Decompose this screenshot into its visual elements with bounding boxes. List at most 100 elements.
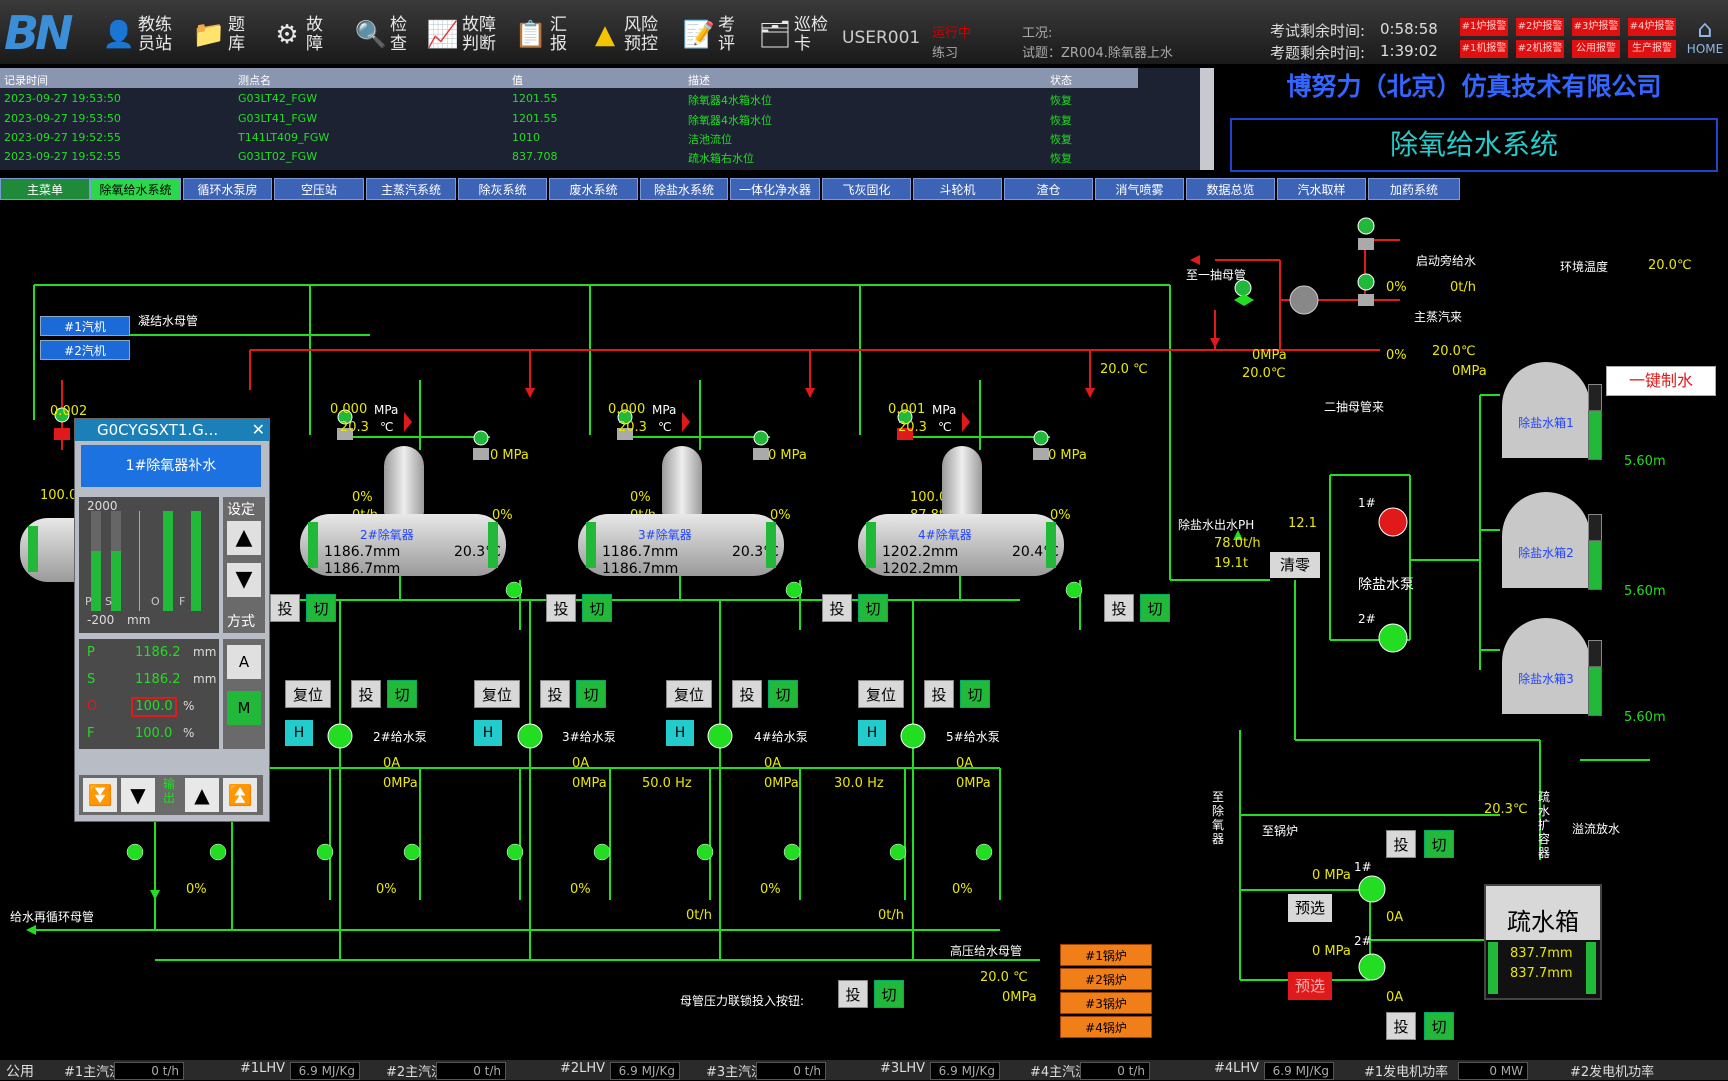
- mode-a-button[interactable]: A: [227, 645, 261, 679]
- linkage-qie-button[interactable]: 切: [874, 980, 904, 1008]
- boiler4-button[interactable]: #4锅炉: [1060, 1016, 1152, 1038]
- linkage-tou-button[interactable]: 投: [838, 980, 868, 1008]
- fault-button[interactable]: ⚙ 故 障: [272, 12, 323, 58]
- drain-qie-button-1[interactable]: 切: [1424, 830, 1454, 858]
- alarm-machine2[interactable]: #2机报警: [1516, 40, 1564, 58]
- tou-button[interactable]: 投: [270, 594, 300, 622]
- qie-button[interactable]: 切: [306, 594, 336, 622]
- qie-button[interactable]: 切: [768, 680, 798, 708]
- tab-3[interactable]: 空压站: [274, 178, 364, 200]
- demin-tank-3[interactable]: 除盐水箱3: [1502, 618, 1590, 714]
- demin-tank-2[interactable]: 除盐水箱2: [1502, 492, 1590, 588]
- tou-button[interactable]: 投: [1104, 594, 1134, 622]
- evaluation-button[interactable]: 📝 考 评: [683, 12, 735, 58]
- tab-5[interactable]: 除灰系统: [458, 178, 547, 200]
- close-icon[interactable]: ✕: [252, 420, 265, 439]
- tou-button[interactable]: 投: [540, 680, 570, 708]
- alarm-machine1[interactable]: #1机报警: [1460, 40, 1508, 58]
- reset-button[interactable]: 复位: [666, 680, 712, 708]
- tou-button[interactable]: 投: [924, 680, 954, 708]
- h-button[interactable]: H: [858, 720, 886, 746]
- deaerator-3[interactable]: 3#除氧器 1186.7mm 1186.7mm 20.3℃: [578, 514, 784, 577]
- preselect-button-1[interactable]: 预选: [1288, 894, 1332, 922]
- tab-8[interactable]: 一体化净水器: [730, 178, 820, 200]
- tab-0[interactable]: 主菜单: [0, 178, 90, 200]
- fault-judge-button[interactable]: 📈 故障 判断: [427, 12, 496, 58]
- make-water-button[interactable]: 一键制水: [1606, 366, 1716, 396]
- alarm-boiler1[interactable]: #1炉报警: [1460, 18, 1508, 36]
- demin-pump2[interactable]: [1380, 624, 1408, 652]
- feed-pump[interactable]: [709, 722, 735, 748]
- drain-qie-button-2[interactable]: 切: [1424, 1012, 1454, 1040]
- home-button[interactable]: ⌂ HOME: [1686, 16, 1724, 56]
- feed-pump[interactable]: [328, 722, 354, 748]
- h-button[interactable]: H: [666, 720, 694, 746]
- boiler3-button[interactable]: #3锅炉: [1060, 992, 1152, 1014]
- reset-button[interactable]: 复位: [474, 680, 520, 708]
- alarm-boiler3[interactable]: #3炉报警: [1572, 18, 1620, 36]
- coach-station-button[interactable]: 👤 教练 员站: [103, 12, 172, 58]
- qie-button[interactable]: 切: [576, 680, 606, 708]
- output-down-button[interactable]: ▼: [121, 778, 155, 812]
- tab-1[interactable]: 除氧给水系统: [90, 178, 181, 200]
- alarm-boiler4[interactable]: #4炉报警: [1628, 18, 1676, 36]
- controller-popup[interactable]: G0CYGSXT1.G... ✕ 1#除氧器补水 2000 -200 mm P …: [74, 418, 270, 822]
- h-button[interactable]: H: [285, 720, 313, 746]
- tab-12[interactable]: 消气喷雾: [1095, 178, 1184, 200]
- feed-pump[interactable]: [517, 722, 543, 748]
- deaerator-1[interactable]: [20, 518, 74, 582]
- report-button[interactable]: 📋 汇 报: [515, 12, 567, 58]
- drain-tou-button-2[interactable]: 投: [1386, 1012, 1416, 1040]
- tab-14[interactable]: 汽水取样: [1277, 178, 1366, 200]
- tab-15[interactable]: 加药系统: [1368, 178, 1460, 200]
- tab-7[interactable]: 除盐水系统: [640, 178, 728, 200]
- inspect-button[interactable]: 🔍 检 查: [355, 12, 407, 58]
- output-fast-down-button[interactable]: ⏬: [83, 778, 117, 812]
- patrol-card-button[interactable]: 🗂 巡检 卡: [759, 12, 829, 58]
- tab-13[interactable]: 数据总览: [1186, 178, 1275, 200]
- machine1-button[interactable]: #1汽机: [40, 316, 130, 336]
- reset-button[interactable]: 复位: [285, 680, 331, 708]
- question-bank-button[interactable]: 📁 题 库: [193, 12, 245, 58]
- tou-button[interactable]: 投: [546, 594, 576, 622]
- tab-2[interactable]: 循环水泵房: [183, 178, 272, 200]
- deaerator-4[interactable]: 4#除氧器 1202.2mm 1202.2mm 20.4℃: [858, 514, 1064, 577]
- alarm-scrollbar[interactable]: [1200, 68, 1214, 170]
- boiler1-button[interactable]: #1锅炉: [1060, 944, 1152, 966]
- preselect-button-2[interactable]: 预选: [1288, 972, 1332, 1000]
- qie-button[interactable]: 切: [387, 680, 417, 708]
- qie-button[interactable]: 切: [582, 594, 612, 622]
- mode-m-button[interactable]: M: [227, 691, 261, 725]
- demin-tank-1[interactable]: 除盐水箱1: [1502, 362, 1590, 458]
- drain-tou-button-1[interactable]: 投: [1386, 830, 1416, 858]
- risk-control-button[interactable]: ▲ 风险 预控: [590, 12, 658, 58]
- feed-pump[interactable]: [901, 722, 927, 748]
- tab-9[interactable]: 飞灰固化: [822, 178, 911, 200]
- tab-6[interactable]: 废水系统: [549, 178, 638, 200]
- output-up-button[interactable]: ▲: [185, 778, 219, 812]
- tab-4[interactable]: 主蒸汽系统: [366, 178, 456, 200]
- set-up-button[interactable]: ▲: [227, 521, 261, 555]
- qie-button[interactable]: 切: [960, 680, 990, 708]
- deaerator-2[interactable]: 2#除氧器 1186.7mm 1186.7mm 20.3℃: [300, 514, 506, 577]
- set-down-button[interactable]: ▼: [227, 563, 261, 597]
- alarm-production[interactable]: 生产报警: [1628, 40, 1676, 58]
- reset-button[interactable]: 复位: [858, 680, 904, 708]
- h-button[interactable]: H: [474, 720, 502, 746]
- qie-button[interactable]: 切: [858, 594, 888, 622]
- clear-button[interactable]: 清零: [1270, 552, 1320, 578]
- drain-tank[interactable]: 疏水箱 837.7mm 837.7mm: [1484, 884, 1602, 1000]
- output-input[interactable]: 100.0: [131, 697, 177, 717]
- tou-button[interactable]: 投: [732, 680, 762, 708]
- demin-pump1[interactable]: [1380, 507, 1408, 535]
- alarm-boiler2[interactable]: #2炉报警: [1516, 18, 1564, 36]
- qie-button[interactable]: 切: [1140, 594, 1170, 622]
- tab-10[interactable]: 斗轮机: [913, 178, 1002, 200]
- alarm-public[interactable]: 公用报警: [1572, 40, 1620, 58]
- machine2-button[interactable]: #2汽机: [40, 340, 130, 360]
- tou-button[interactable]: 投: [822, 594, 852, 622]
- boiler2-button[interactable]: #2锅炉: [1060, 968, 1152, 990]
- tab-11[interactable]: 渣仓: [1004, 178, 1093, 200]
- output-fast-up-button[interactable]: ⏫: [223, 778, 257, 812]
- tou-button[interactable]: 投: [351, 680, 381, 708]
